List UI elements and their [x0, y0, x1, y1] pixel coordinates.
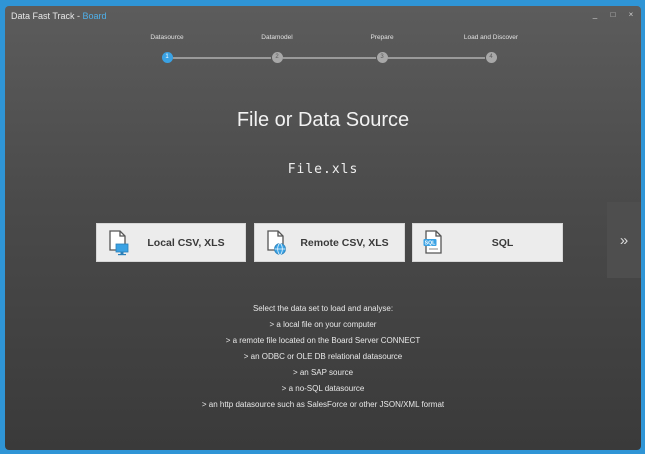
- step-number-indicator: 1: [161, 52, 173, 63]
- description-item: > an ODBC or OLE DB relational datasourc…: [243, 352, 403, 361]
- maximize-button[interactable]: □: [609, 10, 617, 20]
- window-title: Data Fast Track - Board: [11, 11, 107, 21]
- step-datamodel[interactable]: Datamodel 2: [232, 32, 322, 63]
- window-title-brand: Board: [82, 11, 107, 21]
- sql-database-icon: SQL: [423, 230, 442, 254]
- sql-badge-text: SQL: [425, 241, 436, 247]
- description-item: > an SAP source: [292, 368, 354, 377]
- description-item: > a local file on your computer: [269, 320, 377, 329]
- step-number-indicator: 2: [271, 52, 283, 63]
- next-step-button[interactable]: »: [607, 202, 641, 278]
- app-window: Data Fast Track - Board _ □ × Datasource…: [5, 6, 641, 450]
- local-csv-xls-button[interactable]: Local CSV, XLS: [96, 223, 246, 262]
- title-bar: Data Fast Track - Board _ □ ×: [5, 6, 641, 26]
- minimize-button[interactable]: _: [591, 10, 599, 20]
- description-item: > a no-SQL datasource: [281, 384, 365, 393]
- step-label: Datasource: [150, 34, 184, 41]
- step-label: Datamodel: [261, 34, 293, 41]
- step-number-indicator: 4: [485, 52, 497, 63]
- window-title-prefix: Data Fast Track -: [11, 11, 83, 21]
- button-label: Local CSV, XLS: [147, 236, 225, 249]
- remote-file-globe-icon: [267, 230, 286, 255]
- source-description: Select the data set to load and analyse:…: [5, 301, 641, 413]
- description-item: > an http datasource such as SalesForce …: [201, 400, 445, 409]
- step-prepare[interactable]: Prepare 3: [337, 32, 427, 63]
- button-label: Remote CSV, XLS: [300, 236, 389, 249]
- step-number-indicator: 3: [376, 52, 388, 63]
- close-button[interactable]: ×: [627, 10, 635, 20]
- selected-filename: File.xls: [287, 162, 359, 177]
- button-label: SQL: [491, 236, 514, 249]
- description-item: > a remote file located on the Board Ser…: [225, 336, 421, 345]
- step-label: Prepare: [370, 34, 394, 41]
- description-intro: Select the data set to load and analyse:: [252, 304, 394, 313]
- local-file-monitor-icon: [109, 230, 129, 256]
- remote-csv-xls-button[interactable]: Remote CSV, XLS: [254, 223, 405, 262]
- step-datasource[interactable]: Datasource 1: [122, 32, 212, 63]
- wizard-steps: Datasource 1 Datamodel 2 Prepare 3 Load …: [115, 32, 535, 68]
- step-load-and-discover[interactable]: Load and Discover 4: [446, 32, 536, 63]
- page-title: File or Data Source: [236, 109, 410, 131]
- window-controls: _ □ ×: [591, 10, 635, 20]
- step-label: Load and Discover: [463, 34, 519, 41]
- sql-button[interactable]: SQL SQL: [412, 223, 563, 262]
